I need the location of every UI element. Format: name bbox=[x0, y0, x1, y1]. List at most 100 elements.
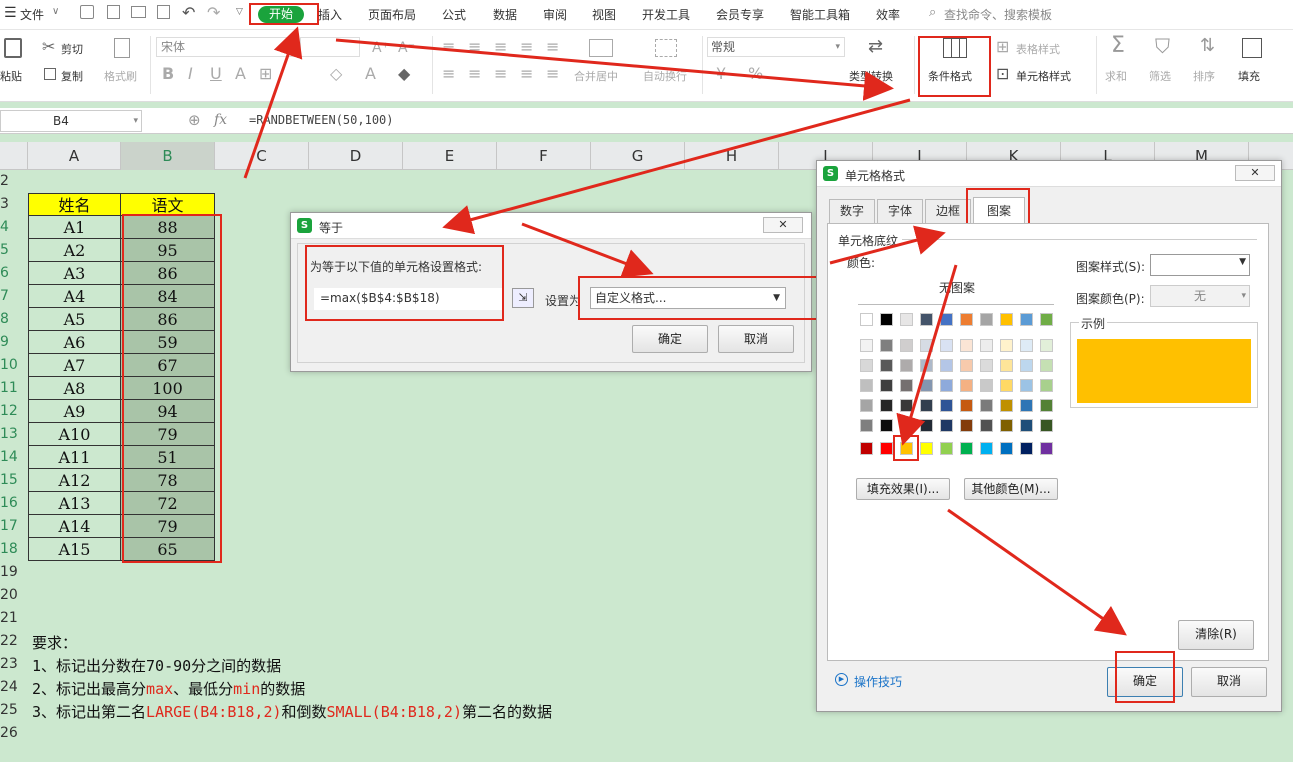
column-header-e[interactable]: E bbox=[403, 142, 497, 170]
wrap-text-icon[interactable] bbox=[655, 39, 677, 57]
tab-smart-toolbox[interactable]: 智能工具箱 bbox=[790, 6, 850, 23]
color-swatch[interactable] bbox=[1000, 442, 1013, 455]
print-icon[interactable] bbox=[131, 6, 146, 18]
color-swatch[interactable] bbox=[1020, 359, 1033, 372]
tab-member[interactable]: 会员专享 bbox=[716, 6, 764, 23]
tab-review[interactable]: 审阅 bbox=[543, 6, 567, 23]
row-header[interactable]: 2 bbox=[0, 170, 28, 193]
table-style-icon[interactable]: ⊞ bbox=[996, 39, 1009, 55]
close-icon[interactable]: ✕ bbox=[1235, 165, 1275, 181]
row-header[interactable]: 5 bbox=[0, 239, 28, 262]
requirement-2[interactable]: 2、标记出最高分max、最低分min的数据 bbox=[32, 678, 305, 699]
table-style-button[interactable]: 表格样式 bbox=[1016, 41, 1060, 57]
decrease-font-icon[interactable]: A⁻ bbox=[398, 40, 415, 56]
tab-insert[interactable]: 插入 bbox=[318, 6, 342, 23]
table-cell-name[interactable]: A14 bbox=[28, 515, 121, 538]
column-header-f[interactable]: F bbox=[497, 142, 591, 170]
row-header[interactable]: 3 bbox=[0, 193, 28, 216]
color-swatch[interactable] bbox=[1000, 313, 1013, 326]
color-swatch[interactable] bbox=[880, 419, 893, 432]
font-size-select[interactable] bbox=[300, 37, 360, 57]
row-header[interactable]: 24 bbox=[0, 676, 28, 699]
color-swatch[interactable] bbox=[900, 359, 913, 372]
column-header-b[interactable]: B bbox=[121, 142, 215, 170]
color-swatch[interactable] bbox=[920, 339, 933, 352]
column-header-c[interactable]: C bbox=[215, 142, 309, 170]
more-colors-button[interactable]: 其他颜色(M)... bbox=[964, 478, 1058, 500]
table-cell-name[interactable]: A3 bbox=[28, 262, 121, 285]
table-cell-name[interactable]: A8 bbox=[28, 377, 121, 400]
underline-icon[interactable]: U bbox=[210, 66, 222, 82]
color-swatch[interactable] bbox=[860, 399, 873, 412]
row-header[interactable]: 7 bbox=[0, 285, 28, 308]
align-bottom-icon[interactable]: ≡ bbox=[494, 39, 507, 55]
tips-icon[interactable]: ▶ bbox=[835, 673, 848, 686]
tab-font[interactable]: 字体 bbox=[877, 199, 923, 223]
color-swatch[interactable] bbox=[900, 379, 913, 392]
scissors-icon[interactable]: ✂ bbox=[42, 39, 55, 55]
row-header[interactable]: 21 bbox=[0, 607, 28, 630]
header-cell-name[interactable]: 姓名 bbox=[28, 193, 121, 216]
color-swatch[interactable] bbox=[880, 339, 893, 352]
color-swatch[interactable] bbox=[940, 359, 953, 372]
ok-button[interactable]: 确定 bbox=[632, 325, 708, 353]
indent-icon[interactable]: ≡ bbox=[546, 39, 559, 55]
column-header-d[interactable]: D bbox=[309, 142, 403, 170]
color-swatch[interactable] bbox=[940, 339, 953, 352]
color-swatch[interactable] bbox=[1040, 313, 1053, 326]
color-swatch[interactable] bbox=[960, 419, 973, 432]
cut-button[interactable]: 剪切 bbox=[61, 41, 83, 57]
formula-input[interactable]: =RANDBETWEEN(50,100) bbox=[249, 113, 394, 127]
cancel-button[interactable]: 取消 bbox=[718, 325, 794, 353]
function-icon[interactable]: fx bbox=[214, 112, 227, 128]
color-swatch[interactable] bbox=[900, 339, 913, 352]
color-swatch[interactable] bbox=[900, 419, 913, 432]
color-swatch[interactable] bbox=[860, 359, 873, 372]
align-middle-icon[interactable]: ≡ bbox=[468, 39, 481, 55]
search-icon[interactable]: ⌕ bbox=[929, 5, 936, 20]
color-swatch[interactable] bbox=[880, 442, 893, 455]
row-header[interactable]: 15 bbox=[0, 469, 28, 492]
color-swatch[interactable] bbox=[960, 313, 973, 326]
fill-button[interactable]: 填充 bbox=[1238, 68, 1260, 84]
color-swatch[interactable] bbox=[860, 442, 873, 455]
sort-icon[interactable]: ⇅ bbox=[1200, 37, 1215, 55]
row-header[interactable]: 26 bbox=[0, 722, 28, 745]
color-swatch[interactable] bbox=[1020, 339, 1033, 352]
format-painter-icon[interactable] bbox=[114, 38, 130, 58]
orientation-icon[interactable]: ≡ bbox=[520, 39, 533, 55]
color-swatch[interactable] bbox=[880, 359, 893, 372]
color-swatch[interactable] bbox=[920, 442, 933, 455]
search-command-input[interactable]: 查找命令、搜索模板 bbox=[944, 6, 1052, 23]
row-header[interactable]: 25 bbox=[0, 699, 28, 722]
font-color-icon[interactable]: A bbox=[365, 66, 376, 82]
table-cell-name[interactable]: A7 bbox=[28, 354, 121, 377]
color-swatch[interactable] bbox=[980, 313, 993, 326]
copy-icon[interactable] bbox=[44, 68, 56, 80]
border-icon[interactable]: ⊞ bbox=[259, 66, 272, 82]
color-swatch[interactable] bbox=[980, 442, 993, 455]
color-swatch[interactable] bbox=[1040, 359, 1053, 372]
merge-center-icon[interactable] bbox=[589, 39, 613, 57]
currency-icon[interactable]: ¥ bbox=[716, 66, 726, 82]
color-swatch[interactable] bbox=[860, 313, 873, 326]
row-header[interactable]: 9 bbox=[0, 331, 28, 354]
fill-effects-button[interactable]: 填充效果(I)... bbox=[856, 478, 950, 500]
row-header[interactable]: 16 bbox=[0, 492, 28, 515]
column-header-a[interactable]: A bbox=[28, 142, 121, 170]
sum-icon[interactable]: Σ bbox=[1111, 35, 1125, 57]
color-swatch[interactable] bbox=[960, 339, 973, 352]
tips-link[interactable]: 操作技巧 bbox=[854, 673, 902, 690]
paste-button[interactable]: 粘贴 bbox=[0, 68, 22, 84]
align-right-icon[interactable]: ≡ bbox=[494, 66, 507, 82]
color-swatch[interactable] bbox=[980, 379, 993, 392]
redo-icon[interactable]: ↷ bbox=[207, 3, 220, 22]
color-swatch[interactable] bbox=[960, 359, 973, 372]
color-swatch[interactable] bbox=[1020, 313, 1033, 326]
tab-page-layout[interactable]: 页面布局 bbox=[368, 6, 416, 23]
row-header[interactable]: 17 bbox=[0, 515, 28, 538]
select-all-corner[interactable] bbox=[0, 142, 28, 170]
undo-icon[interactable]: ↶ bbox=[182, 3, 195, 22]
requirement-1[interactable]: 1、标记出分数在70-90分之间的数据 bbox=[32, 655, 281, 676]
close-icon[interactable]: ✕ bbox=[763, 217, 803, 233]
